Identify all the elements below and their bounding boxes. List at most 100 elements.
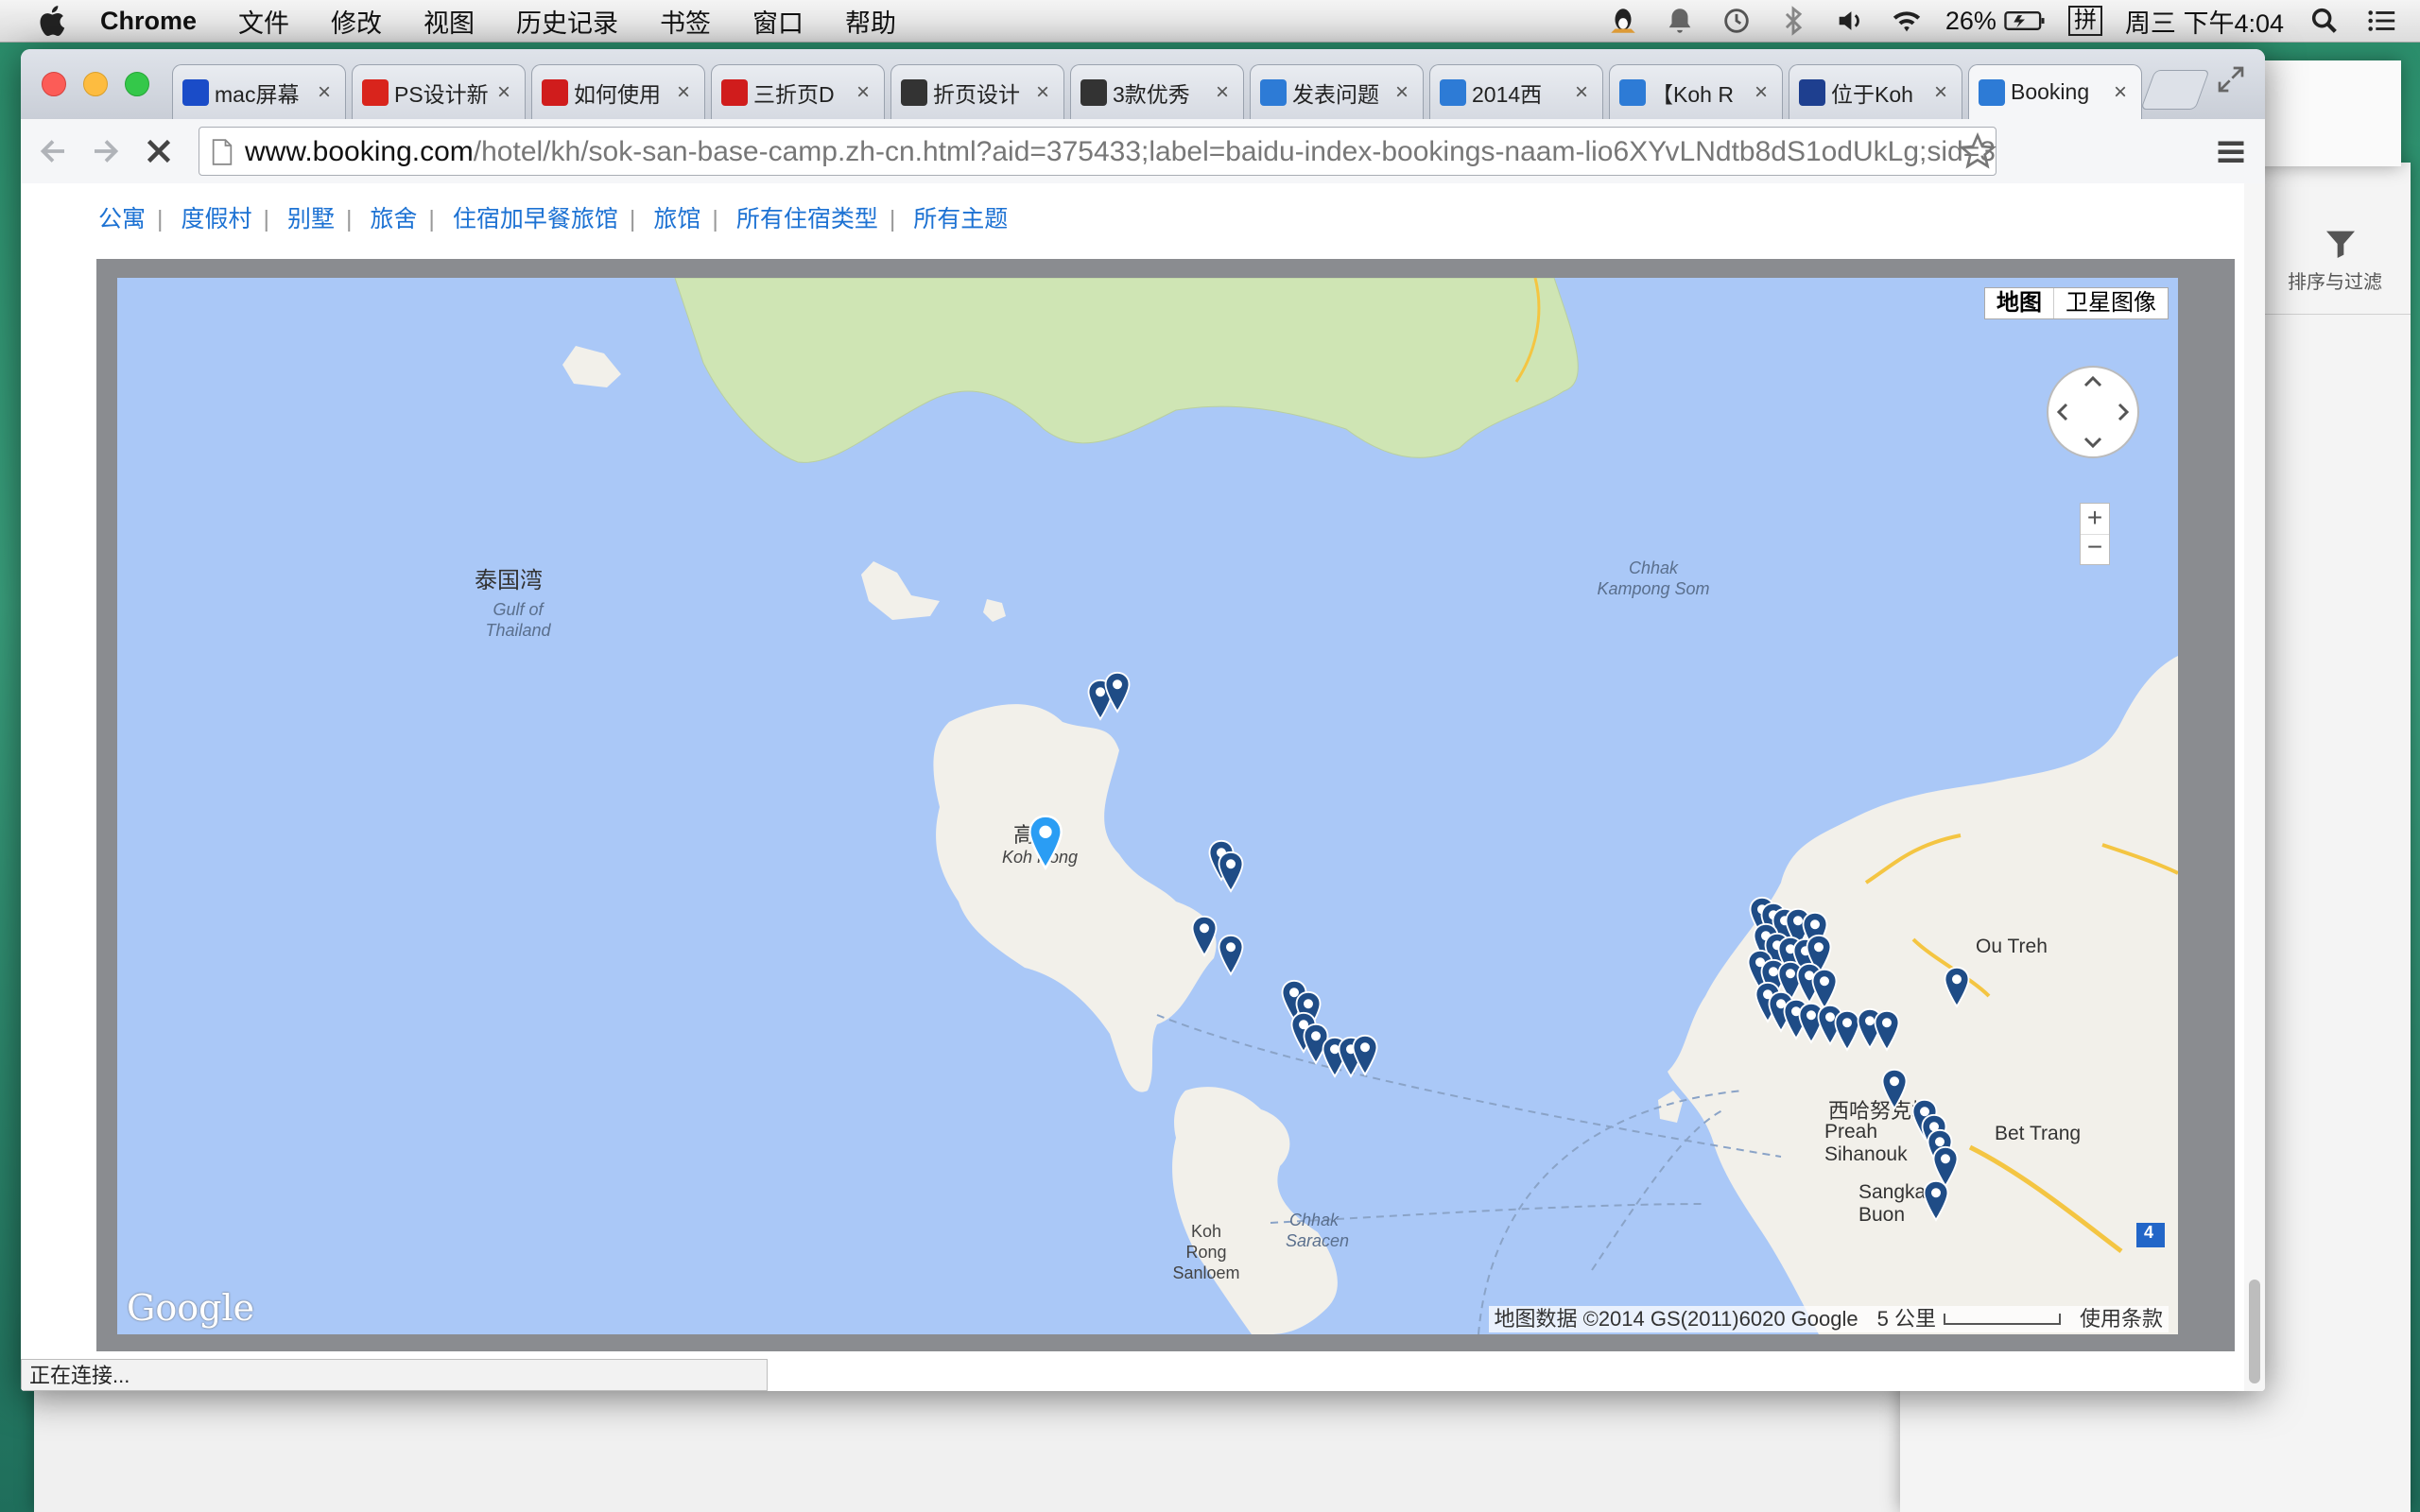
tab-close-icon[interactable]: × (1211, 79, 1234, 106)
notification-icon[interactable] (1664, 5, 1696, 37)
app-menu-chrome[interactable]: Chrome (100, 7, 197, 36)
tab-close-icon[interactable]: × (313, 79, 336, 106)
hotel-marker-icon[interactable] (1190, 915, 1219, 958)
category-all-types[interactable]: 所有住宿类型 (736, 206, 878, 232)
separator: | (428, 206, 435, 232)
category-villa[interactable]: 别墅 (287, 206, 335, 232)
category-resort[interactable]: 度假村 (181, 206, 251, 232)
zoom-window-button[interactable] (125, 72, 149, 96)
new-tab-button[interactable] (2140, 70, 2210, 110)
spotlight-icon[interactable] (2308, 5, 2341, 37)
tab-label: mac屏幕 (215, 81, 300, 107)
notification-center-icon[interactable] (2365, 5, 2397, 37)
filter-icon[interactable] (2322, 225, 2360, 263)
tab-label: 位于Koh (1831, 81, 1913, 107)
separator: | (889, 206, 896, 232)
pan-control[interactable] (2044, 363, 2142, 461)
back-icon[interactable] (36, 134, 70, 168)
input-method-indicator[interactable]: 拼 (2067, 6, 2102, 36)
tab-10[interactable]: Booking × (1968, 64, 2142, 119)
tab-0[interactable]: mac屏幕 × (172, 64, 346, 119)
map-attribution: 地图数据 ©2014 GS(2011)6020 Google 5 公里 使用条款 (1488, 1306, 2169, 1332)
zoom-in-button[interactable]: + (2081, 504, 2109, 535)
menubar-clock[interactable]: 周三 下午4:04 (2125, 3, 2284, 40)
map-type-satellite-button[interactable]: 卫星图像 (2054, 288, 2168, 318)
label-ou-treh: Ou Treh (1976, 936, 2048, 957)
tab-6[interactable]: 发表问题 × (1250, 64, 1424, 119)
forward-icon[interactable] (89, 134, 123, 168)
qq-icon[interactable] (1607, 5, 1639, 37)
scrollbar-thumb[interactable] (2249, 1280, 2260, 1383)
menu-bookmarks[interactable]: 书签 (660, 3, 711, 40)
tab-close-icon[interactable]: × (1391, 79, 1413, 106)
tab-1[interactable]: PS设计新 × (352, 64, 526, 119)
hotel-marker-icon[interactable] (1351, 1034, 1379, 1077)
category-bnb[interactable]: 住宿加早餐旅馆 (453, 206, 618, 232)
tab-close-icon[interactable]: × (852, 79, 874, 106)
hotel-marker-icon[interactable] (1922, 1179, 1950, 1223)
tab-4[interactable]: 折页设计 × (890, 64, 1064, 119)
battery-icon[interactable] (2004, 5, 2046, 37)
menu-history[interactable]: 历史记录 (516, 3, 618, 40)
tab-5[interactable]: 3款优秀 × (1070, 64, 1244, 119)
map-data-credit: 地图数据 ©2014 GS(2011)6020 Google (1494, 1307, 1858, 1331)
island (861, 561, 940, 620)
tab-close-icon[interactable]: × (1929, 79, 1952, 106)
menu-edit[interactable]: 修改 (331, 3, 382, 40)
tab-2[interactable]: 如何使用 × (531, 64, 705, 119)
minimize-window-button[interactable] (83, 72, 108, 96)
hotel-marker-icon[interactable] (1217, 850, 1245, 894)
tab-9[interactable]: 位于Koh × (1789, 64, 1962, 119)
sort-filter-label[interactable]: 排序与过滤 (2288, 266, 2382, 294)
tab-close-icon[interactable]: × (2109, 79, 2132, 106)
map-canvas[interactable] (117, 278, 2178, 1334)
selected-hotel-marker-icon[interactable] (1027, 815, 1064, 871)
tab-close-icon[interactable]: × (1031, 79, 1054, 106)
volume-icon[interactable] (1834, 5, 1866, 37)
fullscreen-icon[interactable] (2216, 64, 2246, 94)
map-terms-link[interactable]: 使用条款 (2080, 1306, 2163, 1332)
island (562, 346, 621, 387)
chrome-menu-icon[interactable] (2214, 134, 2248, 168)
category-hotel[interactable]: 旅馆 (653, 206, 700, 232)
category-hostel[interactable]: 旅舍 (370, 206, 417, 232)
apple-icon[interactable] (34, 2, 72, 40)
menu-file[interactable]: 文件 (238, 3, 289, 40)
tab-7[interactable]: 2014西 × (1429, 64, 1603, 119)
address-bar[interactable]: www.booking.com/hotel/kh/sok-san-base-ca… (199, 127, 1996, 176)
tab-8[interactable]: 【Koh R × (1609, 64, 1783, 119)
time-machine-icon[interactable] (1720, 5, 1753, 37)
bluetooth-icon[interactable] (1777, 5, 1809, 37)
hotel-marker-icon[interactable] (1880, 1068, 1909, 1111)
tab-favicon-icon (901, 78, 927, 106)
menu-help[interactable]: 帮助 (845, 3, 896, 40)
tab-close-icon[interactable]: × (672, 79, 695, 106)
category-apartment[interactable]: 公寓 (98, 206, 146, 232)
tab-close-icon[interactable]: × (1570, 79, 1593, 106)
tab-close-icon[interactable]: × (1750, 79, 1772, 106)
tab-label: 2014西 (1472, 81, 1543, 107)
close-window-button[interactable] (42, 72, 66, 96)
hotel-marker-icon[interactable] (1103, 671, 1132, 714)
hotel-marker-icon[interactable] (1217, 934, 1245, 977)
stop-loading-icon[interactable] (142, 134, 176, 168)
menu-window[interactable]: 窗口 (752, 3, 804, 40)
map-type-map-button[interactable]: 地图 (1985, 288, 2054, 318)
hotel-marker-icon[interactable] (1873, 1009, 1901, 1053)
bookmark-star-icon[interactable] (1959, 132, 1996, 170)
tab-3[interactable]: 三折页D × (711, 64, 885, 119)
wifi-icon[interactable] (1891, 5, 1923, 37)
tab-close-icon[interactable]: × (493, 79, 515, 106)
hotel-marker-icon[interactable] (1943, 966, 1971, 1009)
google-map[interactable]: 泰国湾 Gulf of Thailand Chhak Kampong Som 高… (117, 278, 2178, 1334)
google-logo[interactable]: Google (127, 1287, 254, 1329)
menubar: Chrome 文件 修改 视图 历史记录 书签 窗口 帮助 26% 拼 周三 下… (0, 0, 2420, 43)
url-host: www.booking.com (245, 136, 474, 167)
menu-view[interactable]: 视图 (424, 3, 475, 40)
category-links: 公寓 | 度假村 | 别墅 | 旅舍 | 住宿加早餐旅馆 | 旅馆 | 所有住宿类型 | 所有… (98, 200, 1008, 234)
page-scrollbar[interactable] (2244, 183, 2265, 1391)
tab-favicon-icon (1979, 78, 2005, 106)
category-all-themes[interactable]: 所有主题 (913, 206, 1008, 232)
zoom-out-button[interactable]: − (2081, 534, 2109, 563)
tab-strip: mac屏幕 × PS设计新 × 如何使用 × 三折页D × 折页设计 × 3款优秀 × 发表问题 × 201… (21, 49, 2265, 119)
